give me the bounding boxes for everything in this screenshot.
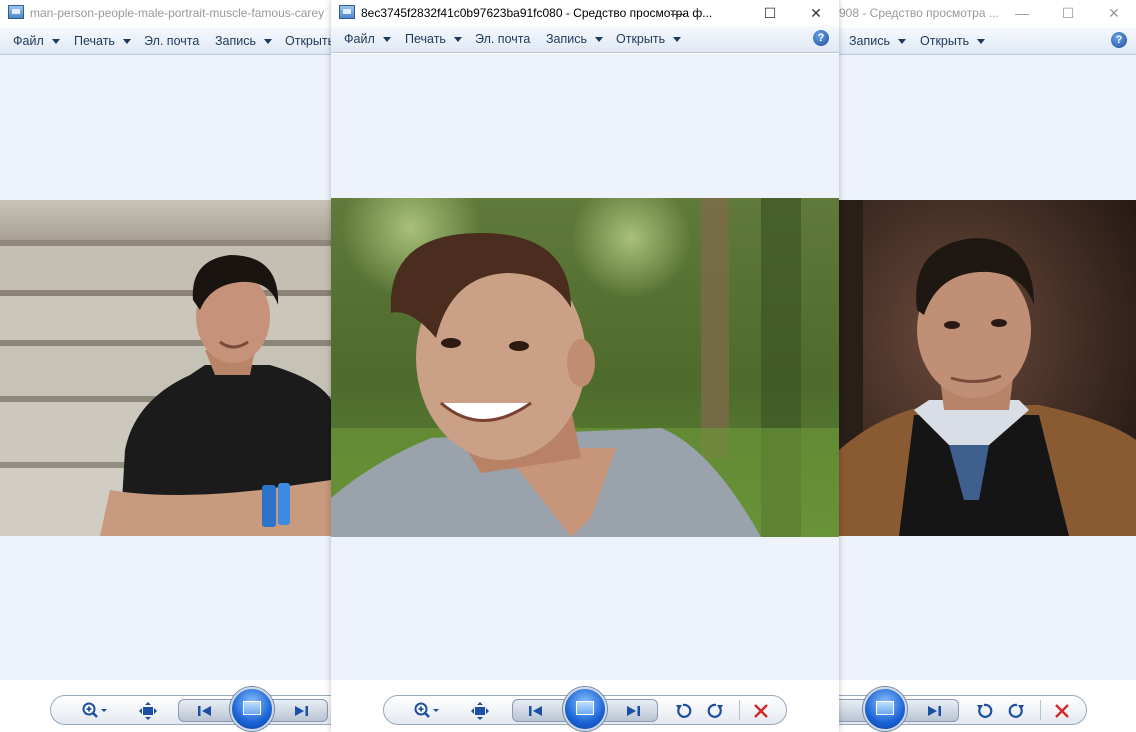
menu-bar: Запись Открыть ? (839, 28, 1136, 55)
delete-button[interactable] (750, 700, 772, 722)
maximize-button[interactable]: ☐ (1045, 0, 1091, 26)
fit-to-window-icon (471, 702, 489, 720)
menu-bar: Файл Печать Эл. почта Запись Открыть ? (331, 26, 839, 53)
slideshow-icon (876, 701, 894, 715)
title-bar[interactable]: 8ec3745f2832f41c0b97623ba91fc080 - Средс… (331, 0, 839, 26)
fit-to-window-button[interactable] (137, 700, 159, 722)
window-title: man-person-people-male-portrait-muscle-f… (30, 6, 325, 20)
chevron-down-icon (122, 39, 131, 45)
menu-email[interactable]: Эл. почта (144, 28, 199, 54)
title-bar[interactable]: man-person-people-male-portrait-muscle-f… (0, 0, 331, 26)
menu-email[interactable]: Эл. почта (475, 26, 530, 52)
zoom-button[interactable] (80, 700, 110, 722)
fit-to-window-icon (139, 702, 157, 720)
menu-burn[interactable]: Запись (849, 28, 907, 54)
rotate-clockwise-icon (1008, 703, 1024, 718)
minimize-button[interactable]: — (655, 0, 701, 26)
slideshow-button[interactable] (863, 687, 907, 731)
photo-smiling-man (331, 198, 839, 537)
window-title: 908 - Средство просмотра ... (839, 6, 999, 20)
slideshow-icon (243, 701, 261, 715)
next-button[interactable] (290, 700, 312, 722)
chevron-down-icon (51, 39, 60, 45)
delete-button[interactable] (1051, 700, 1073, 722)
previous-icon (198, 706, 211, 716)
rotate-counterclockwise-icon (676, 703, 692, 718)
delete-icon (1055, 704, 1069, 718)
next-icon (928, 706, 941, 716)
rotate-counterclockwise-button[interactable] (672, 700, 694, 722)
minimize-button[interactable]: — (999, 0, 1045, 26)
menu-file[interactable]: Файл (13, 28, 60, 54)
previous-icon (529, 706, 542, 716)
fit-to-window-button[interactable] (469, 700, 491, 722)
menu-print[interactable]: Печать (405, 26, 462, 52)
previous-button[interactable] (525, 700, 547, 722)
rotate-counterclockwise-button[interactable] (973, 700, 995, 722)
image-viewport[interactable] (0, 55, 331, 680)
menu-print[interactable]: Печать (74, 28, 131, 54)
delete-icon (754, 704, 768, 718)
maximize-button[interactable]: ☐ (747, 0, 793, 26)
rotate-clockwise-icon (707, 703, 723, 718)
app-icon (8, 5, 24, 19)
zoom-button[interactable] (412, 700, 442, 722)
menu-open[interactable]: Открыть (920, 28, 986, 54)
bottom-toolbar (839, 680, 1136, 732)
chevron-down-icon (382, 37, 391, 43)
slideshow-button[interactable] (230, 687, 274, 731)
next-button[interactable] (622, 700, 644, 722)
zoom-icon (414, 702, 439, 718)
title-bar[interactable]: 908 - Средство просмотра ... — ☐ ✕ (839, 0, 1136, 26)
menu-burn[interactable]: Запись (215, 28, 273, 54)
zoom-icon (82, 702, 107, 718)
next-button[interactable] (923, 700, 945, 722)
menu-file[interactable]: Файл (344, 26, 391, 52)
app-icon (339, 5, 355, 19)
chevron-down-icon (977, 39, 986, 45)
chevron-down-icon (264, 39, 273, 45)
menu-open[interactable]: Открыть (616, 26, 682, 52)
close-button[interactable]: ✕ (1091, 0, 1136, 26)
chevron-down-icon (453, 37, 462, 43)
next-icon (627, 706, 640, 716)
photo-viewer-window-left: man-person-people-male-portrait-muscle-f… (0, 0, 331, 732)
bottom-toolbar (331, 680, 839, 732)
photo-viewer-window-active: 8ec3745f2832f41c0b97623ba91fc080 - Средс… (331, 0, 839, 732)
next-icon (295, 706, 308, 716)
slideshow-button[interactable] (563, 687, 607, 731)
rotate-clockwise-button[interactable] (705, 700, 727, 722)
image-viewport[interactable] (331, 54, 839, 680)
menu-bar: Файл Печать Эл. почта Запись Открыть (0, 28, 331, 55)
image-viewport[interactable] (839, 55, 1136, 680)
bottom-toolbar (0, 680, 331, 732)
close-button[interactable]: ✕ (793, 0, 839, 26)
toolbar-separator (1040, 700, 1041, 720)
help-icon[interactable]: ? (1111, 32, 1127, 48)
chevron-down-icon (898, 39, 907, 45)
menu-open[interactable]: Открыть (285, 28, 331, 54)
menu-burn[interactable]: Запись (546, 26, 604, 52)
rotate-counterclockwise-icon (977, 703, 993, 718)
chevron-down-icon (595, 37, 604, 43)
help-icon[interactable]: ? (813, 30, 829, 46)
chevron-down-icon (673, 37, 682, 43)
photo-viewer-window-right: 908 - Средство просмотра ... — ☐ ✕ Запис… (839, 0, 1136, 732)
previous-button[interactable] (194, 700, 216, 722)
photo-man-black-tshirt (0, 200, 331, 536)
toolbar-separator (739, 700, 740, 720)
photo-man-jacket (839, 200, 1136, 536)
slideshow-icon (576, 701, 594, 715)
rotate-clockwise-button[interactable] (1006, 700, 1028, 722)
